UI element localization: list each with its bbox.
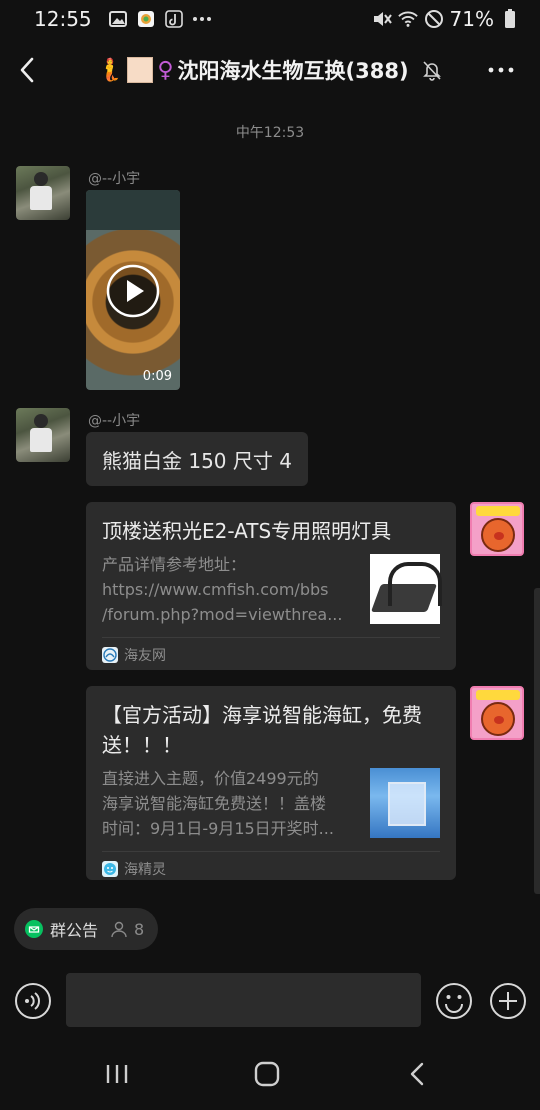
home-icon[interactable] [253,1060,281,1088]
haiyou-logo-icon [102,647,118,663]
scrollbar[interactable] [534,588,540,894]
video-thumbnail-top [86,190,180,230]
more-options-icon[interactable] [486,58,516,82]
card-description: 直接进入主题，价值2499元的 海享说智能海缸免费送！！盖楼 时间：9月1日-9… [102,769,334,838]
member-icon [111,921,127,938]
avatar[interactable] [470,686,524,740]
tiktok-notification-icon [164,9,184,29]
app-notification-icon [136,9,156,29]
mute-icon [372,9,392,29]
announcement-icon [25,920,43,938]
text-message[interactable]: 熊猫白金 150 尺寸 4 [86,432,308,486]
wifi-icon [397,9,418,29]
back-arrow-icon[interactable] [14,54,42,86]
mermaid-emoji-icon: 🧜 [96,57,124,83]
message-list[interactable]: 中午12:53 @--小宇 0:09 @--小宇 熊猫白金 150 尺寸 4 顶… [0,102,540,896]
chat-header: 🧜 ♀ 沈阳海水生物互换(388) [0,38,540,102]
status-time: 12:55 [34,7,92,31]
source-name: 海精灵 [124,862,166,878]
link-card[interactable]: 顶楼送积光E2-ATS专用照明灯具 产品详情参考地址： https://www.… [86,502,456,670]
system-nav-bar [0,1040,540,1110]
system-status: 71% [372,7,520,31]
card-title: 顶楼送积光E2-ATS专用照明灯具 [102,519,392,543]
system-back-icon[interactable] [406,1060,430,1088]
link-card[interactable]: 【官方活动】海享说智能海缸，免费送！！！ 直接进入主题，价值2499元的 海享说… [86,686,456,880]
card-title: 【官方活动】海享说智能海缸，免费送！！！ [102,703,422,757]
plus-icon[interactable] [489,982,527,1020]
emoji-icon[interactable] [435,982,473,1020]
recent-apps-icon[interactable] [104,1062,130,1086]
chat-title[interactable]: 🧜 ♀ 沈阳海水生物互换(388) [96,52,443,88]
image-notification-icon [108,9,128,29]
card-source: 海精灵 [102,852,440,886]
group-notice-button[interactable]: 群公告 8 [14,908,159,950]
message-input[interactable] [66,973,421,1027]
member-count: 8 [134,919,145,939]
card-thumbnail [370,768,440,838]
avatar[interactable] [16,166,70,220]
video-message[interactable]: 0:09 [86,190,180,390]
sender-name: @--小宇 [88,413,141,429]
card-description: 产品详情参考地址： https://www.cmfish.com/bbs /fo… [102,555,343,624]
female-sign-icon: ♀ [157,57,174,83]
do-not-disturb-icon [424,9,444,29]
muted-bell-icon [422,61,441,81]
avatar[interactable] [16,408,70,462]
input-bar [0,960,540,1040]
status-bar: 12:55 71% [0,0,540,38]
sender-name: @--小宇 [88,171,141,187]
haijingling-logo-icon [102,861,118,877]
play-icon[interactable] [106,264,160,318]
source-name: 海友网 [124,648,166,664]
notice-label: 群公告 [50,921,99,940]
voice-input-icon[interactable] [14,982,52,1020]
card-source: 海友网 [102,638,440,672]
battery-icon [500,9,520,29]
video-duration: 0:09 [142,369,172,384]
battery-percent: 71% [449,7,494,31]
card-thumbnail [370,554,442,624]
notification-icons [108,9,212,29]
square-emoji-icon [127,57,154,83]
avatar[interactable] [470,502,524,556]
group-name: 沈阳海水生物互换(388) [177,59,409,83]
message-timestamp: 中午12:53 [235,125,305,141]
more-notifications-icon [192,9,212,29]
